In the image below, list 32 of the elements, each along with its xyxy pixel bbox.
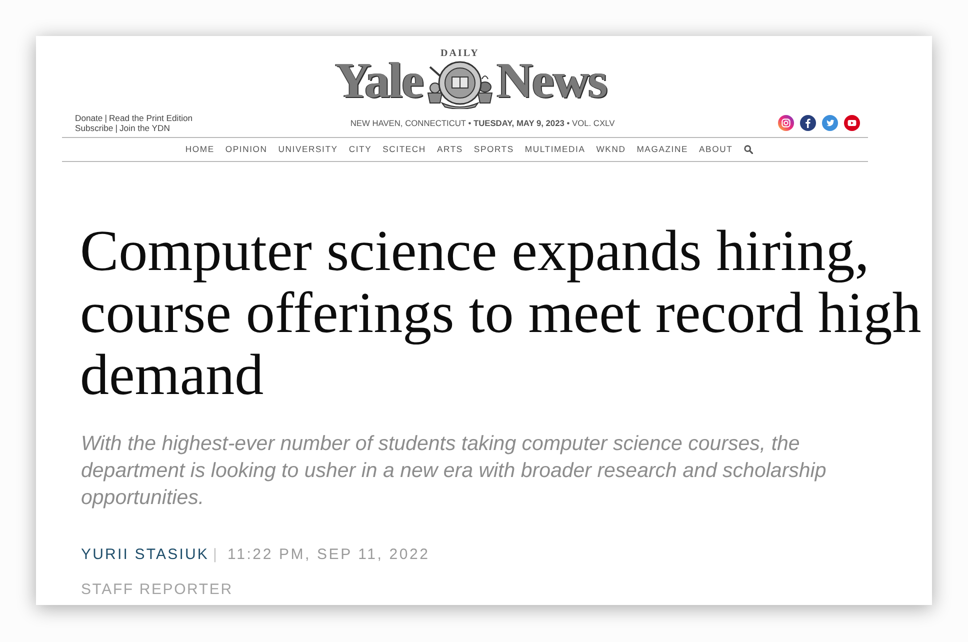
link-separator: | [104, 113, 107, 123]
instagram-icon[interactable] [778, 115, 794, 131]
link-separator: | [115, 123, 118, 133]
nav-link[interactable]: CITY [348, 144, 372, 155]
nav-link[interactable]: HOME [185, 144, 214, 155]
utility-link[interactable]: Subscribe [75, 123, 114, 133]
headline: Computer science expands hiring, course offerings to meet record high demand [80, 220, 922, 406]
facebook-icon[interactable] [800, 115, 816, 131]
logo-text[interactable]: DAILY [440, 48, 480, 59]
article-summary: With the highest-ever number of students taking computer science courses, the department is looking to usher in a new era with broader research and scholarship opportunities. [81, 431, 828, 511]
author-role: STAFF REPORTER [81, 580, 233, 600]
nav-link[interactable]: ARTS [436, 144, 463, 155]
nav-link[interactable]: ABOUT [699, 144, 733, 155]
search-icon[interactable] [744, 145, 753, 154]
youtube-icon[interactable] [844, 115, 860, 131]
nav-link[interactable]: SCITECH [382, 144, 426, 155]
publish-time: 11:22 PM, SEP 11, 2022 [228, 545, 430, 565]
author-link[interactable]: YURII STASIUK [81, 545, 210, 565]
nav-link[interactable]: WKND [596, 144, 626, 155]
utility-link[interactable]: Donate [75, 113, 103, 123]
nav-link[interactable]: SPORTS [474, 144, 514, 155]
utility-link[interactable]: Join the YDN [119, 123, 170, 133]
byline-separator: | [213, 545, 219, 565]
nav-link[interactable]: MAGAZINE [636, 144, 688, 155]
logo-text[interactable]: Yale [335, 55, 423, 105]
nav-link[interactable]: MULTIMEDIA [524, 144, 586, 155]
logo-text[interactable]: News [496, 55, 607, 105]
nav-link[interactable]: UNIVERSITY [278, 144, 338, 155]
dateline: NEW HAVEN, CONNECTICUT • TUESDAY, MAY 9, 2023 • VOL. CXLV [350, 116, 615, 130]
utility-link[interactable]: Read the Print Edition [108, 113, 193, 123]
nav-link[interactable]: OPINION [225, 144, 268, 155]
twitter-icon[interactable] [822, 115, 838, 131]
